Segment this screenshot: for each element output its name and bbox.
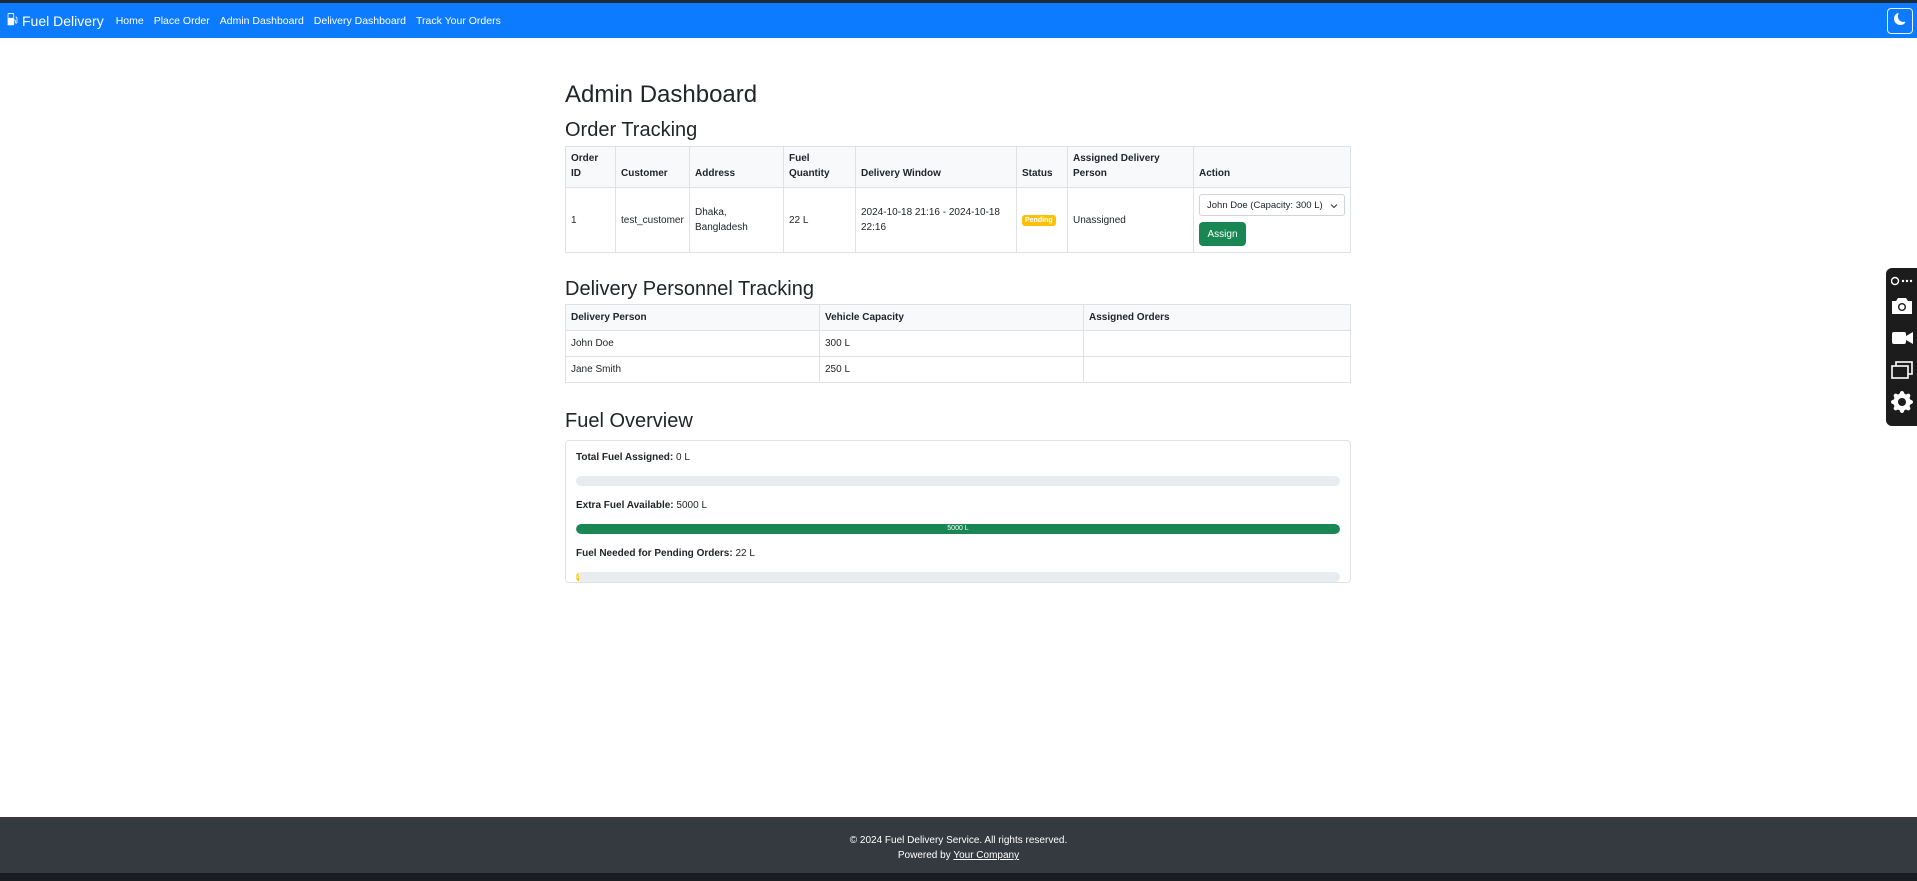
col-assigned-orders: Assigned Orders — [1083, 304, 1351, 331]
personnel-table: Delivery Person Vehicle Capacity Assigne… — [565, 304, 1351, 383]
capacity-cell: 250 L — [819, 356, 1084, 383]
main-content: Admin Dashboard Order Tracking Order ID … — [565, 80, 1352, 583]
person-name-cell: John Doe — [565, 330, 820, 357]
customer-cell: test_customer — [615, 187, 690, 253]
person-name-cell: Jane Smith — [565, 356, 820, 383]
recorder-logo-icon[interactable] — [1886, 272, 1917, 290]
fuel-needed-progress-fill: 22 L — [576, 572, 580, 582]
extra-fuel-value: 5000 L — [676, 500, 708, 511]
assigned-cell: Unassigned — [1067, 187, 1194, 253]
extra-fuel-progress: 5000 L — [576, 524, 1340, 534]
page-title: Admin Dashboard — [565, 81, 758, 108]
fuel-needed-pending: Fuel Needed for Pending Orders: 22 L — [576, 546, 1341, 561]
footer: © 2024 Fuel Delivery Service. All rights… — [0, 817, 1917, 873]
recorder-side-widget — [1886, 268, 1917, 426]
fuel-quantity-cell: 22 L — [783, 187, 856, 253]
total-fuel-progress — [576, 476, 1340, 486]
nav-admin-dashboard[interactable]: Admin Dashboard — [220, 15, 304, 27]
table-row: John Doe 300 L — [565, 330, 1351, 357]
fuel-needed-progress: 22 L — [576, 572, 1340, 582]
brand-link[interactable]: Fuel Delivery — [6, 12, 104, 29]
select-value: John Doe (Capacity: 300 L) — [1207, 199, 1323, 211]
theme-toggle-button[interactable] — [1887, 8, 1913, 34]
action-cell: John Doe (Capacity: 300 L) Assign — [1193, 187, 1351, 253]
windows-icon[interactable] — [1886, 354, 1917, 386]
table-row: 1 test_customer Dhaka, Bangladesh 22 L 2… — [565, 187, 1351, 253]
col-status: Status — [1016, 146, 1068, 188]
order-tracking-heading: Order Tracking — [565, 119, 698, 141]
delivery-person-select[interactable]: John Doe (Capacity: 300 L) — [1199, 194, 1345, 216]
nav-place-order[interactable]: Place Order — [154, 15, 210, 27]
footer-company-link[interactable]: Your Company — [953, 850, 1019, 861]
total-fuel-assigned: Total Fuel Assigned: 0 L — [576, 450, 1341, 465]
col-fuel-quantity: Fuel Quantity — [783, 146, 856, 188]
extra-fuel-progress-fill: 5000 L — [576, 524, 1340, 534]
delivery-window-cell: 2024-10-18 21:16 - 2024-10-18 22:16 — [855, 187, 1017, 253]
col-vehicle-capacity: Vehicle Capacity — [819, 304, 1084, 331]
footer-powered-label: Powered by — [897, 850, 951, 861]
nav-delivery-dashboard[interactable]: Delivery Dashboard — [314, 15, 406, 27]
table-row: Jane Smith 250 L — [565, 356, 1351, 383]
col-assigned: Assigned Delivery Person — [1067, 146, 1194, 188]
footer-copyright: © 2024 Fuel Delivery Service. All rights… — [849, 835, 1068, 846]
extra-fuel-available: Extra Fuel Available: 5000 L — [576, 498, 1341, 513]
total-fuel-assigned-value: 0 L — [676, 452, 690, 463]
fuel-needed-label: Fuel Needed for Pending Orders: — [576, 548, 733, 559]
chevron-down-icon — [1327, 198, 1341, 213]
fuel-overview-card: Total Fuel Assigned: 0 L Extra Fuel Avai… — [565, 440, 1351, 583]
personnel-heading: Delivery Personnel Tracking — [565, 278, 814, 300]
video-icon[interactable] — [1886, 322, 1917, 354]
capacity-cell: 300 L — [819, 330, 1084, 357]
gas-pump-icon — [6, 12, 22, 29]
camera-icon[interactable] — [1886, 290, 1917, 322]
col-delivery-window: Delivery Window — [855, 146, 1017, 188]
nav-home[interactable]: Home — [116, 15, 144, 27]
col-order-id: Order ID — [565, 146, 616, 188]
assigned-orders-cell — [1083, 356, 1351, 383]
order-tracking-table: Order ID Customer Address Fuel Quantity … — [565, 146, 1351, 253]
total-fuel-assigned-label: Total Fuel Assigned: — [576, 452, 674, 463]
navbar: Fuel Delivery Home Place Order Admin Das… — [0, 3, 1917, 38]
bottom-border — [0, 873, 1917, 881]
status-badge: Pending — [1022, 215, 1056, 226]
extra-fuel-label: Extra Fuel Available: — [576, 500, 674, 511]
address-cell: Dhaka, Bangladesh — [689, 187, 784, 253]
assigned-orders-cell — [1083, 330, 1351, 357]
col-customer: Customer — [615, 146, 690, 188]
footer-powered: Powered by Your Company — [0, 848, 1917, 863]
gear-icon[interactable] — [1886, 386, 1917, 418]
order-id-cell: 1 — [565, 187, 616, 253]
col-address: Address — [689, 146, 784, 188]
fuel-needed-value: 22 L — [735, 548, 755, 559]
fuel-overview-heading: Fuel Overview — [565, 410, 693, 432]
status-cell: Pending — [1016, 187, 1068, 253]
nav-track-orders[interactable]: Track Your Orders — [416, 15, 501, 27]
assign-button[interactable]: Assign — [1199, 222, 1246, 246]
brand-label: Fuel Delivery — [22, 12, 104, 29]
moon-icon — [1894, 12, 1906, 30]
col-action: Action — [1193, 146, 1351, 188]
col-delivery-person: Delivery Person — [565, 304, 820, 331]
